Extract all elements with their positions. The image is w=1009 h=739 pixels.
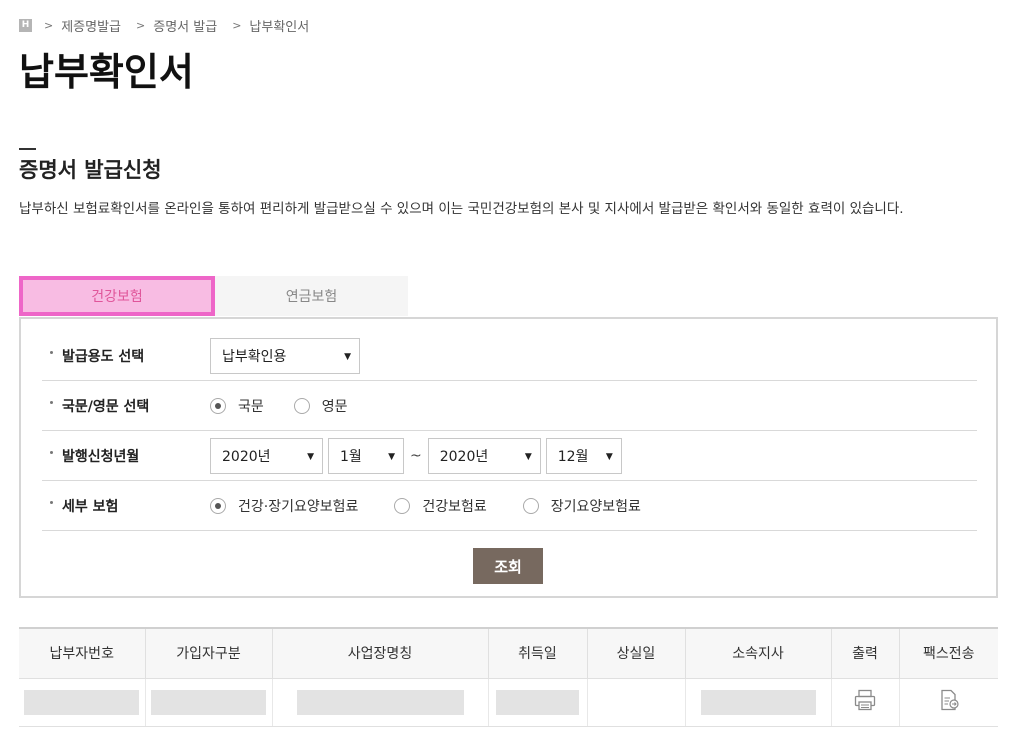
breadcrumb-item-current: 납부확인서 — [249, 19, 310, 35]
to-month-select[interactable]: 12월 ▼ — [545, 437, 622, 474]
radio-checked-icon — [210, 397, 226, 414]
radio-longterm-only[interactable]: 장기요양보험료 — [522, 496, 641, 516]
breadcrumb-separator: > — [232, 18, 242, 32]
breadcrumb-item-issue[interactable]: 증명서 발급 — [153, 16, 217, 35]
tab-pension-insurance[interactable]: 연금보험 — [215, 276, 408, 316]
results-table: 납부자번호 가입자구분 사업장명칭 취득일 상실일 소속지사 출력 팩스전송 — [19, 627, 998, 727]
breadcrumb-separator: > — [136, 18, 146, 32]
header-acquisition-date: 취득일 — [488, 627, 588, 679]
detail-label: 세부 보험 — [62, 498, 119, 515]
breadcrumb-item-certificates[interactable]: 제증명발급 — [61, 16, 121, 35]
header-payer-number: 납부자번호 — [19, 627, 146, 679]
fax-document-icon[interactable] — [937, 688, 961, 716]
breadcrumb-separator: > — [44, 18, 54, 32]
table-header-row: 납부자번호 가입자구분 사업장명칭 취득일 상실일 소속지사 출력 팩스전송 — [19, 627, 998, 679]
tab-health-insurance[interactable]: 건강보험 — [19, 276, 215, 316]
breadcrumb: H > 제증명발급 > 증명서 발급 > 납부확인서 — [19, 16, 324, 35]
header-subscriber-type: 가입자구분 — [145, 627, 273, 679]
header-print: 출력 — [831, 627, 900, 679]
form-row-detail: 세부 보험 건강·장기요양보험료 건강보험료 장기요양보험료 — [42, 481, 977, 531]
period-separator: ~ — [410, 447, 422, 464]
skeleton-placeholder — [496, 689, 579, 715]
dropdown-arrow-icon: ▼ — [344, 351, 351, 362]
language-label: 국문/영문 선택 — [62, 398, 150, 415]
dropdown-arrow-icon: ▼ — [388, 451, 395, 462]
section-title: 증명서 발급신청 — [19, 158, 162, 182]
dropdown-arrow-icon: ▼ — [524, 451, 532, 462]
header-branch: 소속지사 — [685, 627, 832, 679]
bullet-icon — [50, 501, 53, 504]
from-year-select[interactable]: 2020년 ▼ — [210, 437, 323, 474]
radio-unchecked-icon — [522, 497, 539, 514]
form-row-purpose: 발급용도 선택 납부확인용 ▼ — [42, 331, 977, 381]
radio-checked-icon — [210, 497, 226, 514]
section-description: 납부하신 보험료확인서를 온라인을 통하여 편리하게 발급받으실 수 있으며 이… — [19, 201, 904, 217]
radio-unchecked-icon — [394, 497, 411, 514]
radio-unchecked-icon — [293, 397, 310, 414]
to-year-select[interactable]: 2020년 ▼ — [427, 437, 541, 474]
header-workplace-name: 사업장명칭 — [272, 627, 489, 679]
radio-korean[interactable]: 국문 — [210, 396, 264, 416]
page-title: 납부확인서 — [19, 50, 194, 94]
bullet-icon — [50, 351, 53, 354]
printer-icon[interactable] — [853, 688, 877, 716]
form-row-period: 발행신청년월 2020년 ▼ 1월 ▼ ~ 2020년 ▼ 12월 ▼ — [42, 431, 977, 481]
skeleton-placeholder — [296, 689, 464, 715]
form-row-language: 국문/영문 선택 국문 영문 — [42, 381, 977, 431]
skeleton-placeholder — [151, 689, 266, 715]
skeleton-placeholder — [24, 689, 140, 715]
table-row — [19, 678, 998, 727]
header-fax: 팩스전송 — [899, 627, 998, 679]
section-divider — [19, 148, 36, 150]
header-loss-date: 상실일 — [587, 627, 686, 679]
radio-health-longterm[interactable]: 건강·장기요양보험료 — [210, 496, 358, 516]
dropdown-arrow-icon: ▼ — [605, 451, 613, 462]
dropdown-arrow-icon: ▼ — [307, 451, 314, 462]
purpose-select[interactable]: 납부확인용 ▼ — [210, 337, 360, 374]
period-label: 발행신청년월 — [62, 448, 140, 465]
purpose-label: 발급용도 선택 — [62, 348, 145, 365]
skeleton-placeholder — [700, 689, 816, 715]
radio-english[interactable]: 영문 — [293, 396, 348, 416]
search-button[interactable]: 조회 — [473, 548, 543, 584]
home-icon[interactable]: H — [19, 18, 32, 32]
from-month-select[interactable]: 1월 ▼ — [328, 437, 404, 474]
bullet-icon — [50, 451, 53, 454]
radio-health-only[interactable]: 건강보험료 — [394, 496, 487, 516]
bullet-icon — [50, 401, 53, 404]
